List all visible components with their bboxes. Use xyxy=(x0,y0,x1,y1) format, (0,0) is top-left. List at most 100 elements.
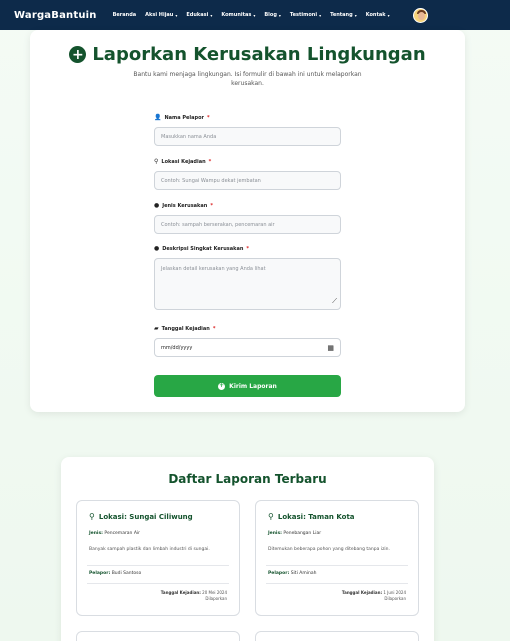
report-card[interactable]: ⚲ Lokasi: Taman Kota Jenis: Penebangan L… xyxy=(255,500,419,616)
name-label-text: Nama Pelapor xyxy=(164,114,204,121)
description-field-group: ● Deskripsi Singkat Kerusakan * Jelaskan… xyxy=(154,245,341,310)
required-mark: * xyxy=(207,114,210,121)
divider xyxy=(266,565,408,566)
description-label: ● Deskripsi Singkat Kerusakan * xyxy=(154,245,341,252)
date-input[interactable]: mm/dd/yyyy ▦ xyxy=(154,338,341,357)
submit-label: Kirim Laporan xyxy=(229,382,277,390)
type-label-text: Jenis Kerusakan xyxy=(162,202,208,209)
report-date: Tanggal Kejadian: 1 Juni 2024 Dilaporkan xyxy=(342,590,406,602)
required-mark: * xyxy=(246,245,250,252)
report-card[interactable]: ⚲ Lokasi: Sungai Ciliwung Jenis: Pencema… xyxy=(76,500,240,616)
report-reporter: Pelapor: Siti Aminah xyxy=(268,571,316,576)
plus-circle-icon: + xyxy=(69,46,87,63)
type-field-group: ● Jenis Kerusakan * Contoh: sampah berse… xyxy=(154,202,341,234)
nav-item-label: Tentang xyxy=(330,12,353,18)
chevron-down-icon: ▾ xyxy=(253,12,256,18)
nav-item-label: Komunitas xyxy=(221,12,252,18)
nav-item-kontak[interactable]: Kontak ▾ xyxy=(366,12,390,18)
report-reporter-label: Pelapor: xyxy=(268,571,290,576)
nav-item-label: Beranda xyxy=(112,12,137,18)
required-mark: * xyxy=(208,158,212,165)
location-label-text: Lokasi Kejadian xyxy=(161,158,206,165)
user-icon: 👤 xyxy=(154,114,162,121)
nav-item-blog[interactable]: Blog ▾ xyxy=(264,12,281,18)
report-type-label: Jenis: xyxy=(89,531,103,536)
report-status: Dilaporkan xyxy=(205,596,227,601)
navbar: WargaBantuin Beranda Aksi Hijau ▾ Edukasi… xyxy=(0,0,510,30)
page-title: + Laporkan Kerusakan Lingkungan xyxy=(30,44,465,65)
brand-logo[interactable]: WargaBantuin xyxy=(14,10,97,21)
report-type: Jenis: Penebangan Liar xyxy=(268,531,321,536)
chevron-down-icon: ▾ xyxy=(175,12,178,18)
report-type: Jenis: Pencemaran Air xyxy=(89,531,140,536)
report-location-text: Lokasi: Sungai Ciliwung xyxy=(98,512,193,521)
map-pin-icon: ⚲ xyxy=(89,512,95,521)
chevron-down-icon: ▾ xyxy=(278,12,281,18)
report-location: ⚲ Lokasi: Sungai Ciliwung xyxy=(89,512,193,521)
report-reporter: Pelapor: Budi Santoso xyxy=(89,571,141,576)
location-input[interactable]: Contoh: Sungai Wampu dekat jembatan xyxy=(154,171,341,190)
nav-item-testimoni[interactable]: Testimoni ▾ xyxy=(290,12,321,18)
page-subtitle: Bantu kami menjaga lingkungan. Isi formu… xyxy=(133,71,362,87)
nav-item-komunitas[interactable]: Komunitas ▾ xyxy=(221,12,255,18)
required-mark: * xyxy=(210,202,213,209)
report-reporter-value: Budi Santoso xyxy=(111,571,142,576)
info-icon: ● xyxy=(154,245,160,252)
report-type-value: Pencemaran Air xyxy=(104,531,141,536)
report-type-label: Jenis: xyxy=(268,531,282,536)
date-input-value: mm/dd/yyyy xyxy=(161,344,193,351)
divider xyxy=(87,565,229,566)
date-field-group: ▰ Tanggal Kejadian * mm/dd/yyyy ▦ xyxy=(154,325,341,357)
name-label: 👤 Nama Pelapor * xyxy=(154,114,341,121)
report-date-label: Tanggal Kejadian: xyxy=(160,590,201,595)
nav-item-label: Aksi Hijau xyxy=(145,12,174,18)
resize-handle-icon[interactable]: ⟋ xyxy=(332,297,337,306)
type-input[interactable]: Contoh: sampah berserakan, pencemaran ai… xyxy=(154,215,341,234)
report-reporter-label: Pelapor: xyxy=(89,571,111,576)
report-date-label: Tanggal Kejadian: xyxy=(341,590,383,595)
name-field-group: 👤 Nama Pelapor * Masukkan nama Anda xyxy=(154,114,341,146)
submit-report-button[interactable]: + Kirim Laporan xyxy=(154,375,341,397)
chevron-down-icon: ▾ xyxy=(387,12,390,18)
nav-item-aksi-hijau[interactable]: Aksi Hijau ▾ xyxy=(145,12,177,18)
description-label-text: Deskripsi Singkat Kerusakan xyxy=(162,245,244,252)
nav-item-label: Edukasi xyxy=(186,12,209,18)
chevron-down-icon: ▾ xyxy=(319,12,322,18)
date-label: ▰ Tanggal Kejadian * xyxy=(154,325,341,332)
location-label: ⚲ Lokasi Kejadian * xyxy=(154,158,341,165)
map-pin-icon: ⚲ xyxy=(154,158,159,165)
reports-title: Daftar Laporan Terbaru xyxy=(168,472,327,486)
location-field-group: ⚲ Lokasi Kejadian * Contoh: Sungai Wampu… xyxy=(154,158,341,190)
report-description: Ditemukan beberapa pohon yang ditebang t… xyxy=(268,547,390,552)
recent-reports-section: Daftar Laporan Terbaru ⚲ Lokasi: Sungai … xyxy=(61,457,434,641)
date-label-text: Tanggal Kejadian xyxy=(161,325,210,332)
report-form-card: + Laporkan Kerusakan Lingkungan Bantu ka… xyxy=(30,30,465,412)
car-icon: ▰ xyxy=(154,325,159,332)
nav-item-label: Blog xyxy=(264,12,277,18)
report-type-value: Penebangan Liar xyxy=(283,531,322,536)
description-textarea[interactable]: Jelaskan detail kerusakan yang Anda liha… xyxy=(154,258,341,310)
nav-item-label: Testimoni xyxy=(289,12,318,18)
nav-item-beranda[interactable]: Beranda xyxy=(113,12,137,18)
divider xyxy=(266,583,408,584)
report-location-text: Lokasi: Taman Kota xyxy=(277,512,355,521)
report-card[interactable] xyxy=(76,631,240,641)
info-icon: ● xyxy=(154,202,160,209)
page-title-text: Laporkan Kerusakan Lingkungan xyxy=(92,44,426,65)
nav-item-edukasi[interactable]: Edukasi ▾ xyxy=(186,12,212,18)
nav-item-tentang[interactable]: Tentang ▾ xyxy=(330,12,357,18)
description-placeholder: Jelaskan detail kerusakan yang Anda liha… xyxy=(161,266,266,272)
report-date-value: 1 Juni 2024 xyxy=(383,590,406,595)
required-mark: * xyxy=(212,325,216,332)
nav-item-label: Kontak xyxy=(365,12,386,18)
avatar[interactable] xyxy=(413,8,428,23)
chevron-down-icon: ▾ xyxy=(210,12,213,18)
type-label: ● Jenis Kerusakan * xyxy=(154,202,341,209)
nav-menu: Beranda Aksi Hijau ▾ Edukasi ▾ Komunitas ▾ … xyxy=(113,12,390,18)
report-location: ⚲ Lokasi: Taman Kota xyxy=(268,512,355,521)
report-date-value: 20 Mei 2024 xyxy=(202,590,227,595)
calendar-icon[interactable]: ▦ xyxy=(327,344,334,352)
name-input[interactable]: Masukkan nama Anda xyxy=(154,127,341,146)
report-status: Dilaporkan xyxy=(384,596,406,601)
report-card[interactable] xyxy=(255,631,419,641)
